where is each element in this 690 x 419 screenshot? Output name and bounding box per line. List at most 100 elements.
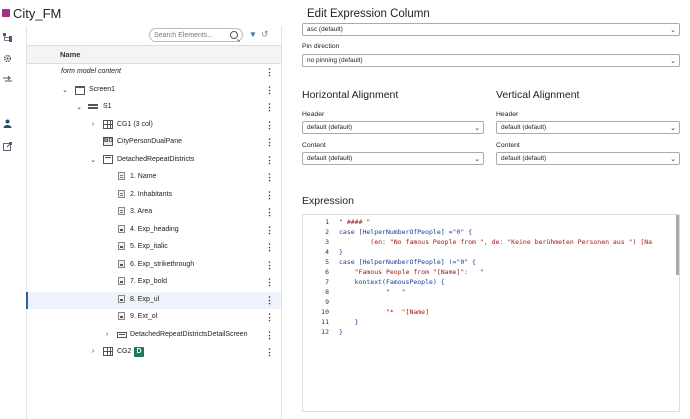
h-content-value: default (default) xyxy=(307,155,353,162)
grid-icon xyxy=(103,119,113,129)
tree-row-selected[interactable]: 8. Exp_ul ⋮ xyxy=(26,291,282,309)
grid-icon xyxy=(103,347,113,356)
section-icon xyxy=(88,104,98,110)
link-out-icon[interactable] xyxy=(2,141,12,151)
kebab-menu-icon[interactable]: ⋮ xyxy=(265,225,274,236)
kebab-menu-icon[interactable]: ⋮ xyxy=(265,330,274,341)
kebab-menu-icon[interactable]: ⋮ xyxy=(265,242,274,253)
tree-row[interactable]: 3. Area ⋮ xyxy=(27,204,282,222)
kebab-menu-icon[interactable]: ⋮ xyxy=(265,137,274,148)
kebab-menu-icon[interactable]: ⋮ xyxy=(265,190,274,201)
kebab-menu-icon[interactable]: ⋮ xyxy=(265,277,274,288)
kebab-menu-icon[interactable]: ⋮ xyxy=(265,102,274,113)
tree-row[interactable]: 5. Exp_italic ⋮ xyxy=(27,239,282,257)
kebab-menu-icon[interactable]: ⋮ xyxy=(265,67,274,78)
panel-divider xyxy=(281,26,282,419)
search-icon xyxy=(230,31,238,39)
h-header-select[interactable]: default (default) ⌄ xyxy=(302,121,484,134)
tree-row[interactable]: ⌄ Screen1 ⋮ xyxy=(27,82,282,100)
tree-row[interactable]: BG CityPersonDualPane ⋮ xyxy=(27,134,282,152)
left-rail xyxy=(0,26,14,419)
filter-icon[interactable]: ▼ xyxy=(249,30,257,39)
line-number: 7 xyxy=(325,278,329,286)
code-line: case [HelperNumberOfPeople] !="0" { xyxy=(339,258,476,266)
chevron-down-icon[interactable]: ⌄ xyxy=(75,103,83,111)
screen-icon xyxy=(75,85,85,95)
tree-row[interactable]: 6. Exp_strikethrough ⋮ xyxy=(27,257,282,275)
app-title: City_FM xyxy=(13,5,62,21)
swap-icon[interactable] xyxy=(2,74,12,84)
v-header-select[interactable]: default (default) ⌄ xyxy=(496,121,680,134)
field-icon xyxy=(118,189,125,198)
kebab-menu-icon[interactable]: ⋮ xyxy=(265,312,274,323)
pin-direction-value: no pinning (default) xyxy=(307,57,363,64)
tree-row-label: 3. Area xyxy=(130,208,153,215)
editor-scrollbar[interactable] xyxy=(676,215,679,275)
code-line: " #### " xyxy=(339,218,371,226)
expression-icon xyxy=(118,294,125,303)
gear-icon[interactable] xyxy=(2,53,12,63)
chevron-right-icon[interactable]: › xyxy=(103,331,111,338)
expression-icon xyxy=(118,224,125,233)
tree-row[interactable]: ⌄ S1 ⋮ xyxy=(27,99,282,117)
field-icon xyxy=(118,207,125,215)
history-icon[interactable]: ↺ xyxy=(261,29,269,40)
expression-code-editor[interactable]: 1 2 3 4 5 6 7 8 9 10 11 12 " #### " case… xyxy=(302,214,680,412)
tree-row[interactable]: 4. Exp_heading ⋮ xyxy=(27,222,282,240)
v-content-select[interactable]: default (default) ⌄ xyxy=(496,152,680,165)
chevron-right-icon[interactable]: › xyxy=(89,121,97,128)
code-line: case [HelperNumberOfPeople] ="0" { xyxy=(339,228,473,236)
code-line: "Famous People from "[Name]": " xyxy=(339,268,484,276)
search-placeholder: Search Elements... xyxy=(154,31,214,39)
chevron-down-icon: ⌄ xyxy=(670,156,676,163)
person-icon[interactable] xyxy=(2,118,12,128)
code-line: } xyxy=(339,248,343,256)
tree-row-label: form model content xyxy=(61,68,121,75)
kebab-menu-icon[interactable]: ⋮ xyxy=(265,155,274,166)
tree-row-label: DetachedRepeatDistricts xyxy=(117,155,195,163)
expression-icon xyxy=(118,242,125,250)
tree-row[interactable]: 1. Name ⋮ xyxy=(27,169,282,187)
expression-title: Expression xyxy=(302,195,354,207)
tree-row-label: CG2 xyxy=(117,348,132,355)
chevron-down-icon: ⌄ xyxy=(670,58,676,65)
sort-select[interactable]: asc (default) ⌄ xyxy=(302,23,680,36)
h-content-label: Content xyxy=(302,142,326,149)
tree-row-label: 5. Exp_italic xyxy=(130,243,168,250)
code-line: "* "[Name] xyxy=(339,308,430,316)
code-line: } xyxy=(339,318,359,326)
chevron-down-icon[interactable]: ⌄ xyxy=(89,156,97,164)
h-content-select[interactable]: default (default) ⌄ xyxy=(302,152,484,165)
tree-row[interactable]: › CG1 (3 col) ⋮ xyxy=(27,117,282,135)
app-window: City_FM Search Elements... ▼ ↺ Name form… xyxy=(0,0,690,419)
tree-row[interactable]: form model content ⋮ xyxy=(27,64,282,82)
chevron-down-icon: ⌄ xyxy=(474,125,480,132)
chevron-right-icon[interactable]: › xyxy=(89,348,97,355)
tree-row-label: 9. Ext_ol xyxy=(130,313,158,320)
kebab-menu-icon[interactable]: ⋮ xyxy=(265,207,274,218)
kebab-menu-icon[interactable]: ⋮ xyxy=(265,347,274,358)
code-line: " " xyxy=(339,288,406,296)
tree-row[interactable]: 9. Ext_ol ⋮ xyxy=(27,309,282,327)
kebab-menu-icon[interactable]: ⋮ xyxy=(265,85,274,96)
status-badge: D xyxy=(134,347,144,357)
panel-title: Edit Expression Column xyxy=(307,8,430,20)
v-content-label: Content xyxy=(496,142,520,149)
hierarchy-icon[interactable] xyxy=(2,32,12,42)
kebab-menu-icon[interactable]: ⋮ xyxy=(265,260,274,271)
h-header-label: Header xyxy=(302,111,325,118)
kebab-menu-icon[interactable]: ⋮ xyxy=(265,172,274,183)
tree-row[interactable]: 7. Exp_bold ⋮ xyxy=(27,274,282,292)
kebab-menu-icon[interactable]: ⋮ xyxy=(265,295,274,306)
tree-row[interactable]: ⌄ DetachedRepeatDistricts ⋮ xyxy=(27,152,282,170)
chevron-down-icon[interactable]: ⌄ xyxy=(61,86,69,94)
expression-icon xyxy=(118,312,125,320)
tree-row[interactable]: › DetachedRepeatDistrictsDetailScreen ⋮ xyxy=(27,327,282,345)
tree-row[interactable]: 2. Inhabitants ⋮ xyxy=(27,187,282,205)
kebab-menu-icon[interactable]: ⋮ xyxy=(265,120,274,131)
search-input[interactable]: Search Elements... xyxy=(149,28,243,42)
tree-row-label: 7. Exp_bold xyxy=(130,278,167,285)
tree-row[interactable]: › CG2 D ⋮ xyxy=(27,344,282,362)
line-number-gutter: 1 2 3 4 5 6 7 8 9 10 11 12 xyxy=(303,215,333,411)
pin-direction-select[interactable]: no pinning (default) ⌄ xyxy=(302,54,680,67)
